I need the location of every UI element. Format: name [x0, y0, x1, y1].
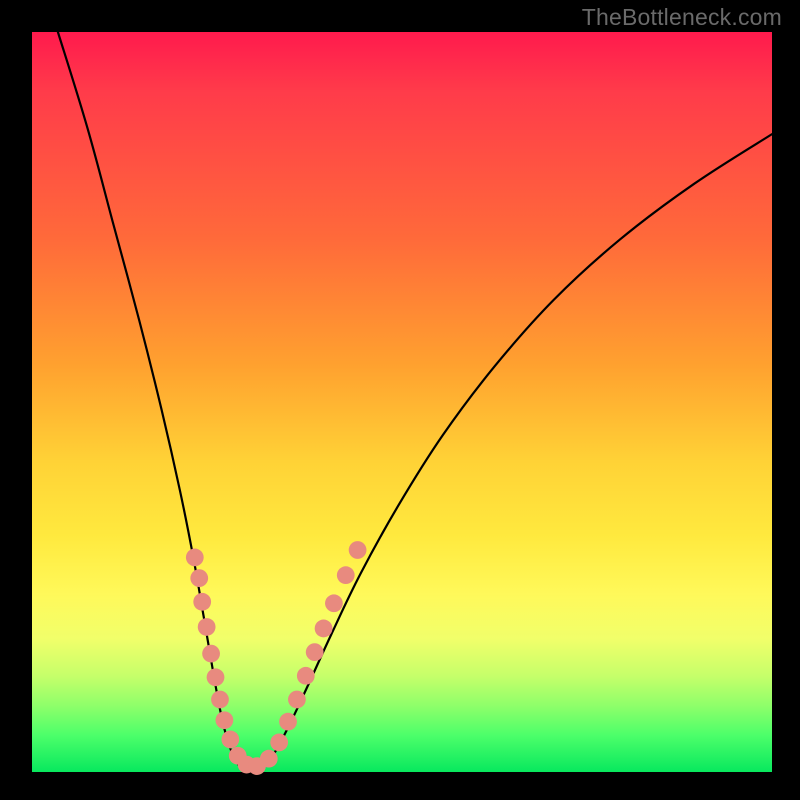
chart-frame: TheBottleneck.com: [0, 0, 800, 800]
plot-area: [32, 32, 772, 772]
watermark-text: TheBottleneck.com: [582, 4, 782, 31]
